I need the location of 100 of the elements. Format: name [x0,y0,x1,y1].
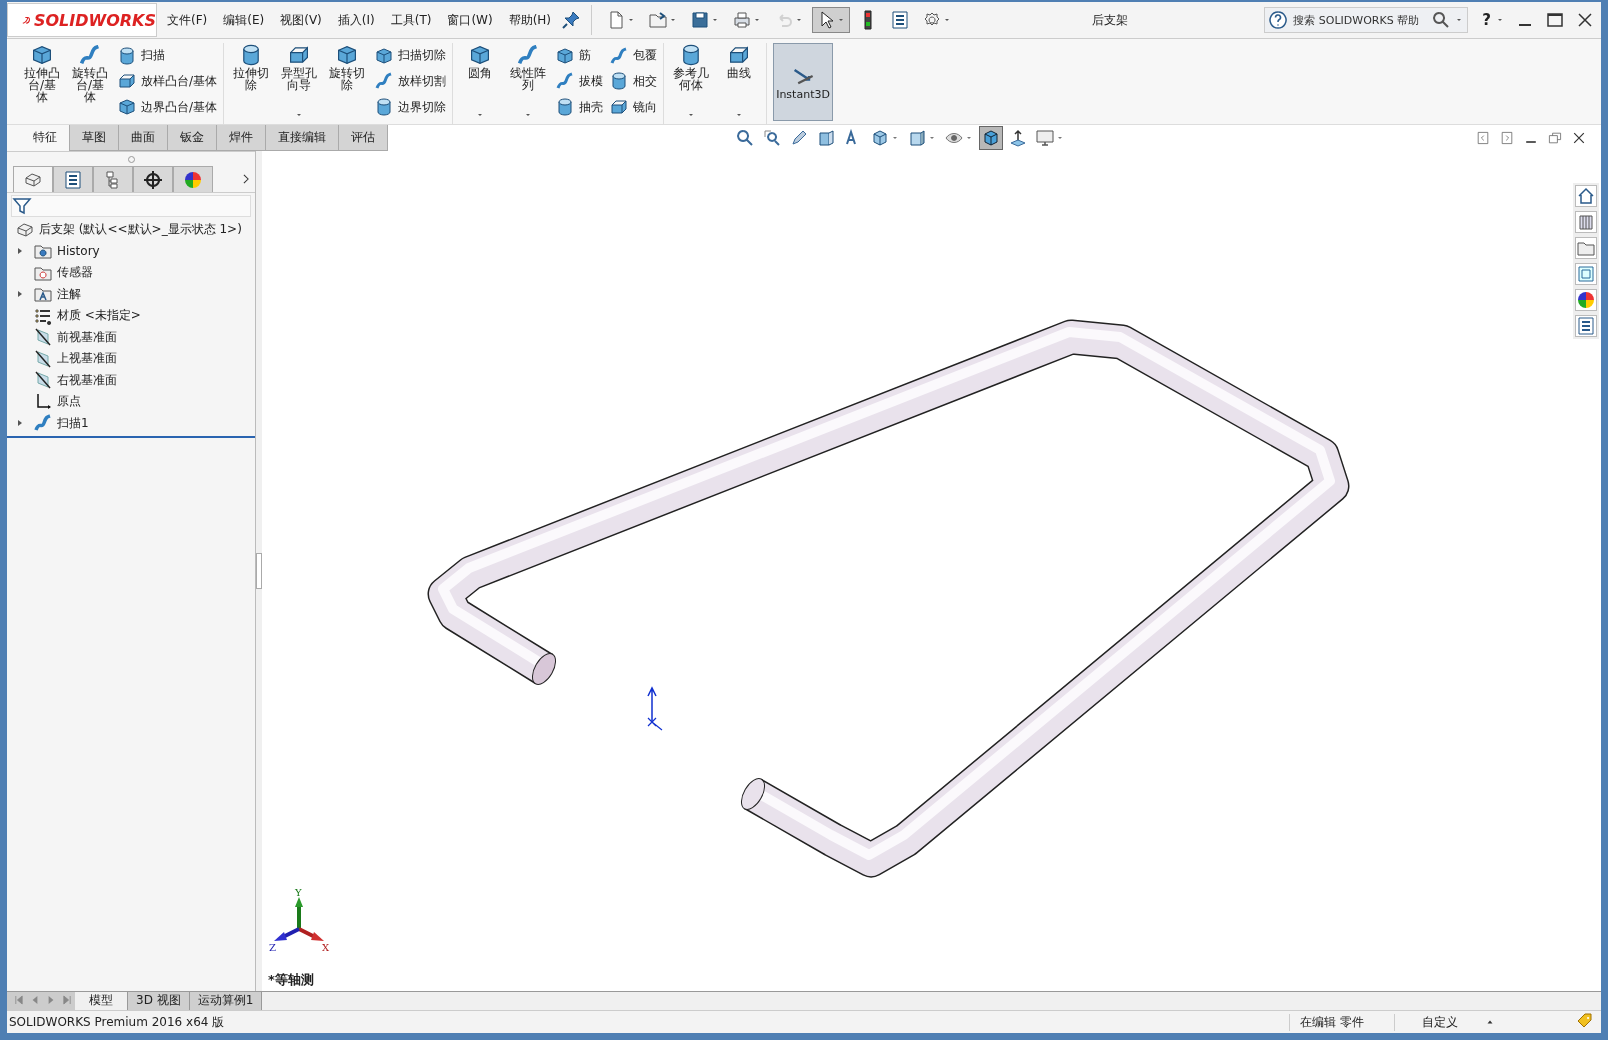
tree-item[interactable]: 材质 <未指定> [57,307,141,325]
ribbon-button[interactable]: 镜向 [609,97,658,118]
display-style-icon [907,128,927,148]
ribbon-button[interactable]: 筋 [555,45,604,66]
button-label: 异型孔向导 [281,67,318,91]
zoom-icon [735,128,755,148]
tree-item[interactable]: 上视基准面 [57,350,117,368]
view-name: *等轴测 [268,971,314,989]
ribbon-button[interactable]: 拉伸凸台/基体 [21,43,63,124]
close-icon[interactable] [1571,130,1587,146]
menu-item[interactable]: 窗口(W) [441,11,499,29]
property-list-icon [63,169,83,190]
axis-label: Z [269,942,276,953]
ribbon-button[interactable]: 包覆 [609,45,658,66]
tree-item[interactable]: History [57,244,100,259]
ribbon-button[interactable]: 圆角 [459,43,502,124]
ribbon-button[interactable]: 拔模 [555,71,604,92]
command-tab[interactable]: 曲面 [118,125,168,151]
view-cube-icon [870,128,890,148]
menu-item[interactable]: 帮助(H) [502,11,558,29]
ribbon-button[interactable]: 参考几何体 [670,43,713,124]
search-bar[interactable]: 搜索 SOLIDWORKS 帮助 [1264,7,1469,33]
window-right-icon[interactable] [1499,130,1515,146]
view-tool-button[interactable] [979,126,1003,150]
ribbon-button[interactable]: 旋转切除 [326,43,369,124]
menu-item[interactable]: 工具(T) [384,11,438,29]
status-text: 在编辑 零件 [1289,1013,1374,1031]
tree-root[interactable]: 后支架 (默认<<默认>_显示状态 1>) [39,221,242,239]
shaded-cube-icon [981,128,1001,148]
plane-icon [33,370,53,391]
plane-icon [33,327,53,348]
library-icon[interactable] [1575,211,1597,233]
menu-item[interactable]: 文件(F) [161,11,214,29]
ribbon-button[interactable]: 相交 [609,71,658,92]
command-tab[interactable]: 直接编辑 [265,125,339,151]
ribbon-button[interactable]: 抽壳 [555,97,604,118]
tree-item[interactable]: 扫描1 [57,414,89,432]
maximize-icon[interactable] [1545,10,1565,30]
zoom-area-icon [762,128,782,148]
monitor-icon [1035,128,1055,148]
tree-item[interactable]: 传感器 [57,264,93,282]
button-label: 旋转切除 [329,67,366,91]
toolbar-button[interactable] [812,7,851,33]
ribbon-button[interactable]: 放样凸台/基体 [117,71,218,92]
button-label: 圆角 [467,67,494,79]
button-label: Instant3D [776,87,830,101]
ribbon-button[interactable]: 扫描切除 [374,45,447,66]
command-tab[interactable]: 评估 [338,125,388,151]
menu-item[interactable]: 视图(V) [274,11,328,29]
command-tab[interactable]: 钣金 [167,125,217,151]
tree-item[interactable]: 前视基准面 [57,328,117,346]
save-icon [690,10,711,30]
file-explorer-icon[interactable] [1575,237,1597,259]
app-logo[interactable]: SOLIDWORKS [7,3,157,37]
ribbon-button[interactable]: 扫描 [117,45,218,66]
axis-label: X [322,942,330,953]
tree-item[interactable]: 注解 [57,285,81,303]
window-left-icon[interactable] [1475,130,1491,146]
panel-tab[interactable] [133,166,173,192]
menu-item[interactable]: 插入(I) [331,11,381,29]
cube-icon [555,45,576,66]
color-wheel-icon[interactable] [1575,289,1597,311]
ribbon-button[interactable]: 异型孔向导 [278,43,321,124]
command-tab[interactable]: 草图 [69,125,119,151]
ribbon-button[interactable]: 线性阵列 [507,43,550,124]
command-tab[interactable]: 焊件 [216,125,266,151]
menu-item[interactable]: 编辑(E) [217,11,271,29]
ribbon-button[interactable]: 边界切除 [374,97,447,118]
axis-label: Y [295,887,302,898]
collapse-handle[interactable] [256,553,262,589]
origin-marker [647,686,663,731]
panel-tab[interactable] [173,166,213,192]
ribbon-button[interactable]: 放样切割 [374,71,447,92]
panel-tab[interactable] [53,166,93,192]
printer-icon [732,10,753,30]
model-tab[interactable]: 3D 视图 [128,992,190,1010]
ribbon-button[interactable]: 旋转凸台/基体 [69,43,111,124]
button-label: 曲线 [726,67,753,79]
instant3d-toggle[interactable]: Instant3D [773,43,834,121]
scene-icon [1008,128,1028,148]
pin-icon[interactable] [561,10,582,30]
model-tab[interactable]: 运动算例1 [189,992,263,1010]
list-icon [890,10,911,30]
pencil-icon [789,128,809,148]
color-wheel-icon [183,169,203,190]
filter-field[interactable] [11,195,251,217]
ribbon-button[interactable]: 曲线 [718,43,761,124]
tree-item[interactable]: 右视基准面 [57,371,117,389]
custom-properties-icon[interactable] [1575,315,1597,337]
cube-icon [30,43,54,67]
search-field[interactable]: 搜索 SOLIDWORKS 帮助 [1291,12,1429,28]
home-icon[interactable] [1575,185,1597,207]
ribbon-button[interactable]: 边界凸台/基体 [117,97,218,118]
ribbon-button[interactable]: 拉伸切除 [230,43,273,124]
units-menu[interactable]: 自定义 [1394,1013,1485,1031]
button-label: 拉伸凸台/基体 [24,67,60,103]
tree-item[interactable]: 原点 [57,393,81,411]
help-button[interactable]: ? [1482,11,1491,29]
restore-icon[interactable] [1547,130,1563,146]
button-label: 旋转凸台/基体 [72,67,108,103]
